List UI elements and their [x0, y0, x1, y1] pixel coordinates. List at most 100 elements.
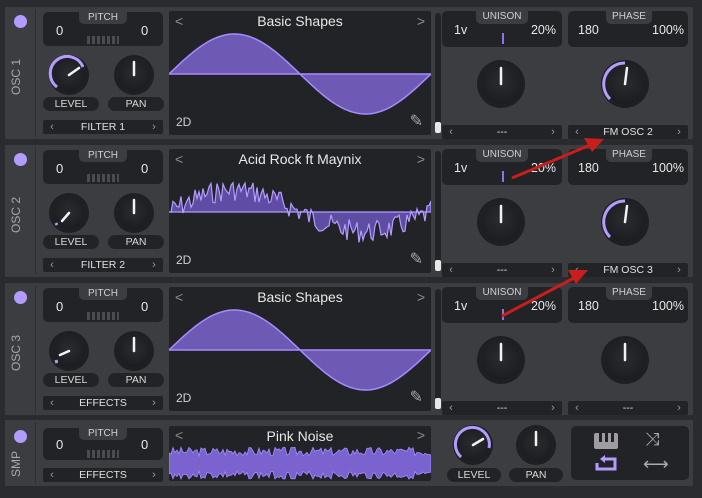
chevron-left-icon[interactable]: ‹	[570, 125, 584, 139]
phase-knob[interactable]	[604, 339, 646, 381]
level-knob[interactable]	[48, 54, 86, 92]
sampler-power-toggle[interactable]	[14, 430, 27, 443]
pitch-tune-dots	[87, 450, 119, 458]
sampler-level-knob[interactable]	[453, 425, 491, 462]
unison-selector[interactable]: ‹ --- ›	[442, 401, 562, 415]
chevron-right-icon[interactable]: ›	[546, 401, 560, 415]
chevron-right-icon[interactable]: ›	[672, 263, 686, 277]
destination-selector[interactable]: ‹ FILTER 2 ›	[43, 258, 163, 272]
pan-knob[interactable]	[117, 196, 151, 230]
unison-voices[interactable]: 1v	[454, 299, 467, 313]
wave-frame-slider[interactable]	[435, 151, 441, 271]
wave-frame-slider[interactable]	[435, 13, 441, 133]
pitch-box: PITCH 0 0	[43, 287, 163, 322]
sampler-pan-knob[interactable]	[519, 428, 553, 462]
pitch-transpose-value[interactable]: 0	[56, 437, 63, 452]
unison-selector[interactable]: ‹ --- ›	[442, 263, 562, 277]
chevron-left-icon[interactable]: ‹	[45, 396, 59, 410]
chevron-left-icon[interactable]: ‹	[45, 258, 59, 272]
chevron-right-icon[interactable]: ›	[147, 468, 161, 482]
pencil-edit-icon[interactable]: ✎	[410, 387, 423, 407]
sampler-pan-label: PAN	[509, 468, 563, 482]
phase-value[interactable]: 180	[578, 23, 599, 37]
destination-label: EFFECTS	[79, 469, 127, 481]
phase-value[interactable]: 180	[578, 161, 599, 175]
destination-selector[interactable]: ‹ EFFECTS ›	[43, 396, 163, 410]
phase-randomize[interactable]: 100%	[652, 23, 684, 37]
unison-knob[interactable]	[480, 339, 522, 381]
sample-display[interactable]: < Pink Noise >	[169, 426, 431, 481]
osc-power-toggle[interactable]	[14, 153, 27, 166]
destination-selector[interactable]: ‹ FILTER 1 ›	[43, 120, 163, 134]
phase-randomize[interactable]: 100%	[652, 161, 684, 175]
pitch-tune-value[interactable]: 0	[141, 161, 148, 176]
chevron-right-icon[interactable]: ›	[546, 263, 560, 277]
slider-handle[interactable]	[435, 122, 441, 133]
chevron-left-icon[interactable]: ‹	[570, 263, 584, 277]
oscillator-row: OSC 1 PITCH 0 0 LEVEL PAN ‹ FILTER 1 › <…	[4, 6, 694, 140]
phase-selector[interactable]: ‹ FM OSC 2 ›	[568, 125, 688, 139]
pitch-transpose-value[interactable]: 0	[56, 299, 63, 314]
chevron-left-icon[interactable]: ‹	[45, 468, 59, 482]
wavetable-mode[interactable]: 2D	[176, 253, 191, 267]
osc-power-toggle[interactable]	[14, 15, 27, 28]
chevron-right-icon[interactable]: ›	[147, 120, 161, 134]
wavetable-mode[interactable]: 2D	[176, 115, 191, 129]
chevron-left-icon[interactable]: ‹	[444, 263, 458, 277]
chevron-right-icon[interactable]: ›	[147, 396, 161, 410]
chevron-left-icon[interactable]: ‹	[45, 120, 59, 134]
pitch-tune-value[interactable]: 0	[141, 437, 148, 452]
phase-value[interactable]: 180	[578, 299, 599, 313]
level-knob[interactable]	[52, 334, 86, 368]
chevron-right-icon[interactable]: ›	[672, 125, 686, 139]
osc-power-toggle[interactable]	[14, 291, 27, 304]
wavetable-mode[interactable]: 2D	[176, 391, 191, 405]
bounce-icon[interactable]: ⟷	[643, 454, 669, 475]
chevron-right-icon[interactable]: ›	[147, 258, 161, 272]
pitch-tune-value[interactable]: 0	[141, 299, 148, 314]
unison-voices[interactable]: 1v	[454, 23, 467, 37]
chevron-left-icon[interactable]: ‹	[444, 125, 458, 139]
unison-detune[interactable]: 20%	[531, 161, 556, 175]
phase-panel: PHASE 180 100% ‹ --- ›	[568, 286, 688, 419]
shuffle-icon[interactable]: ⤨	[645, 429, 659, 450]
unison-panel: UNISON 1v 20% ‹ --- ›	[442, 286, 562, 419]
pitch-tune-value[interactable]: 0	[141, 23, 148, 38]
wavetable-display[interactable]: < Acid Rock ft Maynix > 2D ✎	[169, 149, 431, 273]
chevron-right-icon[interactable]: ›	[672, 401, 686, 415]
phase-box: PHASE 180 100%	[568, 10, 688, 47]
wave-frame-slider[interactable]	[435, 289, 441, 409]
pan-knob[interactable]	[117, 334, 151, 368]
phase-randomize[interactable]: 100%	[652, 299, 684, 313]
chevron-left-icon[interactable]: ‹	[444, 401, 458, 415]
wavetable-display[interactable]: < Basic Shapes > 2D ✎	[169, 11, 431, 135]
phase-selector[interactable]: ‹ --- ›	[568, 401, 688, 415]
slider-handle[interactable]	[435, 398, 441, 409]
phase-knob[interactable]	[602, 61, 646, 105]
unison-knob[interactable]	[480, 201, 522, 243]
level-knob[interactable]	[52, 196, 86, 230]
unison-detune[interactable]: 20%	[531, 299, 556, 313]
chevron-right-icon[interactable]: ›	[546, 125, 560, 139]
level-label: LEVEL	[43, 235, 99, 249]
pan-knob[interactable]	[117, 58, 151, 92]
pencil-edit-icon[interactable]: ✎	[410, 249, 423, 269]
unison-detune[interactable]: 20%	[531, 23, 556, 37]
waveform-graphic	[169, 33, 431, 115]
phase-selector[interactable]: ‹ FM OSC 3 ›	[568, 263, 688, 277]
pitch-transpose-value[interactable]: 0	[56, 23, 63, 38]
unison-knob[interactable]	[480, 63, 522, 105]
phase-knob[interactable]	[602, 199, 646, 243]
pencil-edit-icon[interactable]: ✎	[410, 111, 423, 131]
pitch-tune-dots	[87, 312, 119, 320]
pitch-tune-dots	[87, 174, 119, 182]
wavetable-display[interactable]: < Basic Shapes > 2D ✎	[169, 287, 431, 411]
slider-handle[interactable]	[435, 260, 441, 271]
loop-icon[interactable]	[593, 453, 619, 480]
sampler-destination-selector[interactable]: ‹ EFFECTS ›	[43, 468, 163, 482]
unison-selector[interactable]: ‹ --- ›	[442, 125, 562, 139]
unison-voices[interactable]: 1v	[454, 161, 467, 175]
pitch-transpose-value[interactable]: 0	[56, 161, 63, 176]
chevron-left-icon[interactable]: ‹	[570, 401, 584, 415]
unison-title: UNISON	[476, 148, 528, 162]
